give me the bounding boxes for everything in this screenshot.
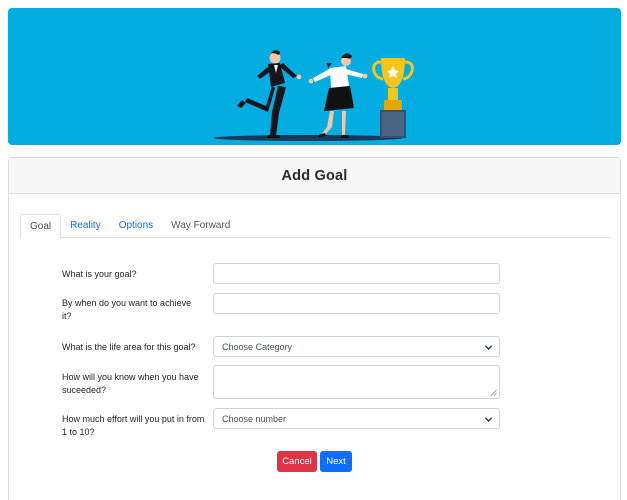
next-button[interactable]: Next xyxy=(320,451,352,472)
add-goal-card: Add Goal Goal Reality Options Way Forwar… xyxy=(8,157,621,500)
hero-banner xyxy=(8,8,621,145)
resize-handle-icon[interactable] xyxy=(490,389,497,396)
success-label: How will you know when you have suceeded… xyxy=(62,372,199,395)
deadline-label: By when do you want to achieve it? xyxy=(62,298,192,321)
life-area-label: What is the life area for this goal? xyxy=(62,342,196,352)
businesswoman-figure xyxy=(308,53,368,138)
trophy-on-pedestal xyxy=(372,58,414,138)
chevron-down-icon xyxy=(484,417,493,423)
chevron-down-icon xyxy=(484,345,493,351)
effort-label: How much effort will you put in from 1 t… xyxy=(62,414,205,437)
race-to-trophy-illustration xyxy=(213,50,414,141)
tab-goal[interactable]: Goal xyxy=(20,214,62,239)
effort-selected-value: Choose number xyxy=(222,413,287,424)
card-header: Add Goal xyxy=(9,158,620,194)
cancel-button[interactable]: Cancel xyxy=(277,451,317,472)
life-area-select[interactable]: Choose Category xyxy=(213,336,500,357)
tab-options[interactable]: Options xyxy=(110,214,162,238)
success-textarea[interactable] xyxy=(213,365,500,399)
tab-reality[interactable]: Reality xyxy=(61,214,110,238)
businessman-figure xyxy=(237,50,302,138)
goal-label: What is your goal? xyxy=(62,269,137,279)
goal-input[interactable] xyxy=(213,263,500,284)
deadline-input[interactable] xyxy=(213,293,500,314)
life-area-selected-value: Choose Category xyxy=(222,341,293,352)
effort-select[interactable]: Choose number xyxy=(213,408,500,429)
goal-tabs: Goal Reality Options Way Forward xyxy=(20,214,610,239)
tab-way-forward[interactable]: Way Forward xyxy=(162,214,239,238)
page-title: Add Goal xyxy=(281,167,348,184)
